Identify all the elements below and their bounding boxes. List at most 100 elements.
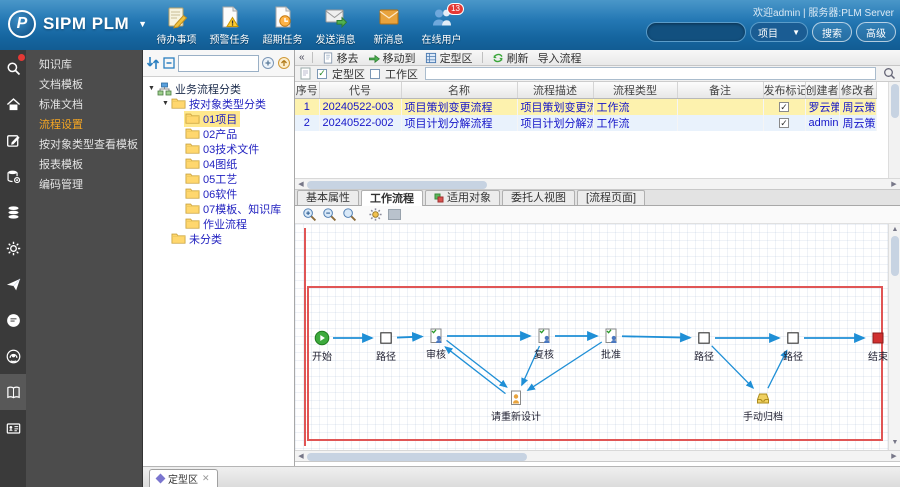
scroll-down-icon[interactable]: ▼ xyxy=(890,438,900,448)
tree-item[interactable]: 07模板、知识库 xyxy=(145,201,294,216)
tree-item[interactable]: 03技术文件 xyxy=(145,141,294,156)
column-header[interactable]: 流程描述 xyxy=(517,82,594,99)
table-row[interactable]: 220240522-002项目计划分解流程项目计划分解流程工作流✓admin周云… xyxy=(295,115,877,131)
tree-item[interactable]: 02产品 xyxy=(145,126,294,141)
global-search-input[interactable] xyxy=(646,22,746,42)
scroll-up-icon[interactable]: ▲ xyxy=(890,225,900,235)
rail-book-icon[interactable] xyxy=(0,374,26,410)
tab-流程页面[interactable]: [流程页面] xyxy=(577,190,646,205)
rail-plane-icon[interactable] xyxy=(0,266,26,302)
tree-search-input[interactable] xyxy=(178,54,259,72)
column-header[interactable]: 序号 xyxy=(295,82,320,99)
menu-item[interactable]: 流程设置 xyxy=(26,115,142,135)
tree-caret-icon[interactable]: ▼ xyxy=(161,100,170,107)
workflow-node-start[interactable] xyxy=(314,330,330,346)
menu-item[interactable]: 报表模板 xyxy=(26,155,142,175)
table-vertical-scrollbar[interactable] xyxy=(888,82,900,178)
workflow-node-end[interactable] xyxy=(870,330,886,346)
quick-action-warning[interactable]: 预警任务 xyxy=(203,4,256,48)
workflow-node-review[interactable] xyxy=(428,328,444,344)
close-icon[interactable]: ✕ xyxy=(202,473,210,484)
published-checkbox[interactable]: ✓ xyxy=(779,118,789,128)
tab-工作流程[interactable]: 工作流程 xyxy=(361,190,423,206)
diagram-settings-gear-icon[interactable] xyxy=(368,207,383,222)
published-checkbox[interactable]: ✓ xyxy=(779,102,789,112)
diagram-horizontal-scrollbar[interactable]: ◀ ▶ xyxy=(295,450,900,462)
tab-适用对象[interactable]: 适用对象 xyxy=(425,190,500,205)
diagram-vertical-scrollbar[interactable]: ▲ ▼ xyxy=(888,224,900,450)
flow-filter-input[interactable] xyxy=(425,67,876,80)
rail-chat-icon[interactable] xyxy=(0,302,26,338)
tree-item[interactable]: 04图纸 xyxy=(145,156,294,171)
quick-action-newmsg[interactable]: 新消息 xyxy=(362,4,415,48)
workflow-node-archive[interactable] xyxy=(755,390,771,406)
toolbar-move-to-button[interactable]: 移动到 xyxy=(368,50,416,66)
table-row[interactable]: 120240522-003项目策划变更流程项目策划变更流程工作流✓罗云策周云策 xyxy=(295,98,877,115)
column-header[interactable]: 流程类型 xyxy=(593,82,678,99)
tab-基本属性[interactable]: 基本属性 xyxy=(297,190,359,205)
tab-委托人视图[interactable]: 委托人视图 xyxy=(502,190,575,205)
rail-home-icon[interactable] xyxy=(0,86,26,122)
tree-item[interactable]: ▼ 按对象类型分类 xyxy=(145,96,294,111)
column-header[interactable]: 创建者 xyxy=(805,82,840,99)
rail-search-icon[interactable] xyxy=(0,50,26,86)
finalized-area-bottom-tab[interactable]: 定型区 ✕ xyxy=(149,469,218,487)
tree-item[interactable]: ▼ 业务流程分类 xyxy=(145,81,294,96)
panel-collapse-icon[interactable]: « xyxy=(299,52,304,63)
diagram-snapshot-icon[interactable] xyxy=(388,209,401,220)
menu-item[interactable]: 按对象类型查看模板 xyxy=(26,135,142,155)
toolbar-refresh-button[interactable]: 刷新 xyxy=(492,50,529,66)
workflow-node-p1[interactable] xyxy=(378,330,394,346)
toolbar-finalize-button[interactable]: 定型区 xyxy=(425,50,473,66)
column-header[interactable]: 修改者 xyxy=(839,82,877,99)
zoom-reset-icon[interactable] xyxy=(342,207,357,222)
scroll-left-icon[interactable]: ◀ xyxy=(296,180,306,190)
workflow-node-redesign[interactable] xyxy=(508,390,524,406)
scroll-left-icon[interactable]: ◀ xyxy=(296,452,306,462)
workflow-node-recheck[interactable] xyxy=(536,328,552,344)
table-horizontal-scrollbar[interactable]: ◀ ▶ xyxy=(295,178,900,190)
finalized-area-checkbox[interactable]: ✓ xyxy=(317,68,327,79)
workflow-node-p3[interactable] xyxy=(785,330,801,346)
workflow-node-p2[interactable] xyxy=(696,330,712,346)
workflow-diagram-canvas[interactable]: 开始 路径 审核 复核 批准 路径 路径 结束 请重新设计 手动归档 xyxy=(295,224,888,450)
search-icon[interactable] xyxy=(883,67,896,80)
rail-db-icon[interactable] xyxy=(0,194,26,230)
search-category-select[interactable]: 项目 ▼ xyxy=(750,22,808,42)
quick-action-users[interactable]: 在线用户 13 xyxy=(415,3,468,48)
tree-item[interactable]: 未分类 xyxy=(145,231,294,246)
work-area-checkbox[interactable] xyxy=(370,68,380,79)
tree-item[interactable]: 01项目 xyxy=(145,110,294,127)
tree-item[interactable]: 作业流程 xyxy=(145,216,294,231)
column-header[interactable]: 代号 xyxy=(319,82,402,99)
rail-db-gear-icon[interactable] xyxy=(0,158,26,194)
menu-item[interactable]: 文档模板 xyxy=(26,75,142,95)
column-header[interactable]: 备注 xyxy=(677,82,764,99)
menu-item[interactable]: 标准文档 xyxy=(26,95,142,115)
quick-action-send[interactable]: 发送消息 xyxy=(309,4,362,48)
menu-item[interactable]: 编码管理 xyxy=(26,175,142,195)
toolbar-import-button[interactable]: 导入流程 xyxy=(538,50,582,66)
tree-item[interactable]: 05工艺 xyxy=(145,171,294,186)
search-button[interactable]: 搜索 xyxy=(812,22,852,42)
scroll-right-icon[interactable]: ▶ xyxy=(889,180,899,190)
rail-edit-icon[interactable] xyxy=(0,122,26,158)
rail-gear-icon[interactable] xyxy=(0,230,26,266)
tree-item[interactable]: 06软件 xyxy=(145,186,294,201)
locate-plus-icon[interactable] xyxy=(261,56,275,70)
tree-caret-icon[interactable]: ▼ xyxy=(147,85,156,92)
column-header[interactable]: 名称 xyxy=(401,82,518,99)
zoom-out-icon[interactable] xyxy=(322,207,337,222)
advanced-search-button[interactable]: 高级 xyxy=(856,22,896,42)
workflow-node-approve[interactable] xyxy=(603,328,619,344)
rail-idcard-icon[interactable] xyxy=(0,410,26,446)
locate-up-icon[interactable] xyxy=(277,56,291,70)
quick-action-overdue[interactable]: 超期任务 xyxy=(256,4,309,48)
expand-all-icon[interactable] xyxy=(146,56,160,70)
toolbar-remove-button[interactable]: 移去 xyxy=(322,50,359,66)
scroll-right-icon[interactable]: ▶ xyxy=(889,452,899,462)
zoom-in-icon[interactable] xyxy=(302,207,317,222)
menu-item[interactable]: 知识库 xyxy=(26,55,142,75)
collapse-all-icon[interactable] xyxy=(162,56,176,70)
rail-headset-icon[interactable] xyxy=(0,338,26,374)
